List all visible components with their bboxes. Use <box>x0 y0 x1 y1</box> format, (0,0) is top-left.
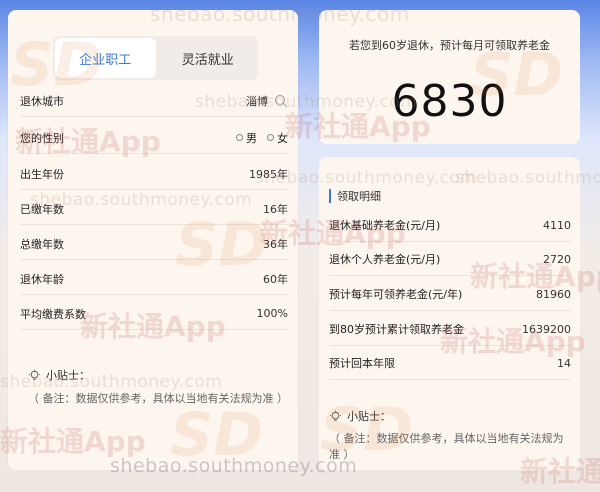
city-value: 淄博 <box>246 94 268 108</box>
result-caption: 若您到60岁退休，预计每月可领取养老金 <box>349 39 550 52</box>
detail-value: 2720 <box>543 252 571 266</box>
detail-label: 退休个人养老金(元/月) <box>329 253 441 266</box>
details-panel: 领取明细 退休基础养老金(元/月) 4110 退休个人养老金(元/月) 2720… <box>319 157 580 470</box>
detail-value: 81960 <box>536 287 571 301</box>
city-row[interactable]: 退休城市 淄博 <box>20 85 288 117</box>
detail-row: 预计每年可领养老金(元/年) 81960 <box>329 278 571 311</box>
birth-year-row[interactable]: 出生年份 1985年 <box>20 158 288 190</box>
detail-label: 退休基础养老金(元/月) <box>329 219 441 232</box>
avg-index-row[interactable]: 平均缴费系数 100% <box>20 298 288 330</box>
calculator-form-panel: 企业职工 灵活就业 退休城市 淄博 您的性别 男 女 出生年份 1985年 已缴… <box>8 10 298 470</box>
radio-circle-icon <box>236 134 243 141</box>
tip-header: 小贴士： <box>28 367 90 383</box>
city-label: 退休城市 <box>20 94 64 108</box>
detail-row: 退休基础养老金(元/月) 4110 <box>329 209 571 242</box>
tab-flexible-employment[interactable]: 灵活就业 <box>158 36 259 80</box>
retire-age-label: 退休年龄 <box>20 272 64 286</box>
radio-circle-icon <box>267 134 274 141</box>
avg-index-label: 平均缴费系数 <box>20 307 86 321</box>
detail-row: 到80岁预计累计领取养老金 1639200 <box>329 313 571 346</box>
paid-years-label: 已缴年数 <box>20 202 64 216</box>
gender-row: 您的性别 男 女 <box>20 122 288 154</box>
city-value-wrap[interactable]: 淄博 <box>246 93 288 109</box>
tip-title: 小贴士： <box>46 369 90 382</box>
details-title: 领取明细 <box>337 190 381 203</box>
avg-index-value[interactable]: 100% <box>257 307 288 320</box>
detail-label: 预计每年可领养老金(元/年) <box>329 288 463 301</box>
gender-male-label: 男 <box>246 131 257 145</box>
birth-year-label: 出生年份 <box>20 167 64 181</box>
detail-value: 14 <box>557 356 571 370</box>
total-years-label: 总缴年数 <box>20 237 64 251</box>
gender-radio-male[interactable]: 男 <box>236 130 257 146</box>
gender-radio-group: 男 女 <box>236 130 288 146</box>
birth-year-value[interactable]: 1985年 <box>249 166 288 182</box>
employment-type-tabs: 企业职工 灵活就业 <box>53 36 258 80</box>
tip-text: （ 备注：数据仅供参考，具体以当地有关法规为准 ） <box>28 392 288 405</box>
detail-label: 预计回本年限 <box>329 357 395 370</box>
detail-value: 4110 <box>543 218 571 232</box>
detail-row: 预计回本年限 14 <box>329 347 571 380</box>
gender-radio-female[interactable]: 女 <box>267 130 288 146</box>
detail-value: 1639200 <box>522 322 571 336</box>
paid-years-value[interactable]: 16年 <box>263 201 288 217</box>
lightbulb-icon <box>28 368 41 380</box>
monthly-pension-amount: 6830 <box>391 76 508 127</box>
details-header: 领取明细 <box>329 188 381 204</box>
search-icon[interactable] <box>274 94 288 108</box>
gender-female-label: 女 <box>277 131 288 145</box>
detail-row: 退休个人养老金(元/月) 2720 <box>329 243 571 276</box>
total-years-value[interactable]: 36年 <box>263 236 288 252</box>
accent-bar <box>329 189 331 203</box>
details-tip-header: 小贴士： <box>329 408 391 424</box>
result-summary-panel: 若您到60岁退休，预计每月可领取养老金 6830 <box>319 10 580 144</box>
paid-years-row[interactable]: 已缴年数 16年 <box>20 193 288 225</box>
retire-age-row[interactable]: 退休年龄 60年 <box>20 263 288 295</box>
retire-age-value[interactable]: 60年 <box>263 271 288 287</box>
details-tip-title: 小贴士： <box>347 410 391 423</box>
tab-enterprise-employee[interactable]: 企业职工 <box>55 38 156 78</box>
details-tip-text: （ 备注：数据仅供参考，具体以当地有关法规为准 ） <box>329 432 564 461</box>
detail-label: 到80岁预计累计领取养老金 <box>329 323 464 336</box>
gender-label: 您的性别 <box>20 131 64 145</box>
total-years-row[interactable]: 总缴年数 36年 <box>20 228 288 260</box>
lightbulb-icon <box>329 409 342 421</box>
